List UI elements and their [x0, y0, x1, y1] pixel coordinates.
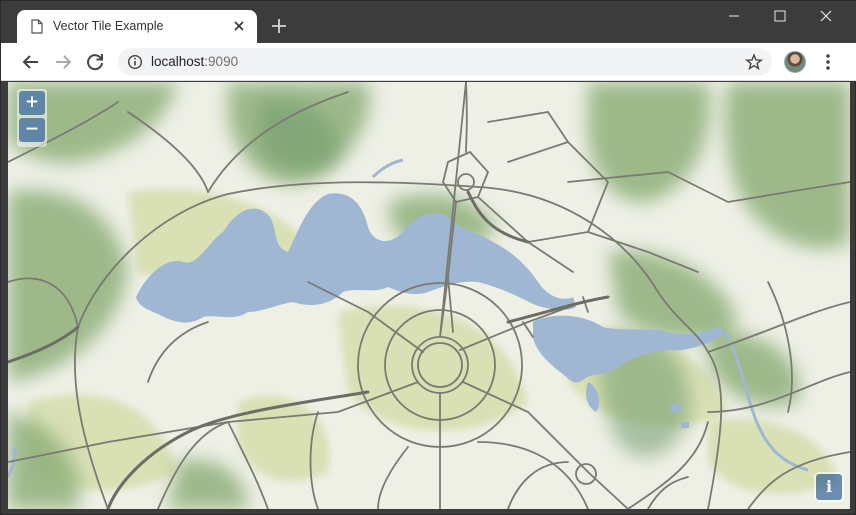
back-arrow-icon[interactable] — [19, 50, 43, 74]
zoom-in-button[interactable]: + — [19, 91, 45, 115]
map-viewport[interactable]: + − i — [8, 82, 850, 509]
address-bar[interactable]: localhost:9090 — [118, 48, 772, 76]
url-port: :9090 — [204, 54, 239, 69]
tab-strip: Vector Tile Example — [1, 1, 856, 44]
attribution-button[interactable]: i — [814, 472, 844, 502]
browser-window: Vector Tile Example localhost:9090 + − i — [0, 0, 856, 515]
tab-active[interactable]: Vector Tile Example — [17, 10, 257, 44]
minimize-icon[interactable] — [711, 1, 757, 31]
reload-icon[interactable] — [83, 50, 107, 74]
maximize-icon[interactable] — [757, 1, 803, 31]
zoom-out-button[interactable]: − — [19, 118, 45, 142]
zoom-control: + − — [17, 89, 47, 147]
close-icon[interactable] — [231, 18, 247, 34]
url-host: localhost — [151, 54, 205, 69]
plus-icon[interactable] — [269, 16, 289, 36]
window-close-icon[interactable] — [803, 1, 849, 31]
info-icon[interactable] — [127, 54, 143, 70]
avatar[interactable] — [784, 51, 806, 73]
kebab-menu-icon[interactable] — [818, 51, 838, 73]
url-text[interactable]: localhost:9090 — [151, 54, 238, 69]
vector-tile-map[interactable] — [8, 82, 850, 509]
forward-arrow-icon[interactable] — [51, 50, 75, 74]
star-icon[interactable] — [745, 53, 763, 71]
toolbar: localhost:9090 — [1, 43, 856, 81]
tab-title: Vector Tile Example — [53, 19, 164, 33]
page-icon — [31, 19, 43, 34]
